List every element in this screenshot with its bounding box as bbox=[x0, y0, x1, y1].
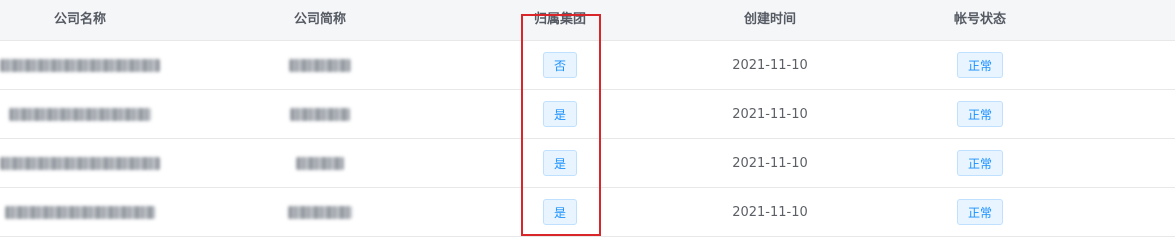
table-row[interactable]: 是 2021-11-10 正常 bbox=[0, 139, 1175, 188]
redacted-company-short bbox=[296, 156, 344, 170]
company-short-cell bbox=[240, 90, 400, 138]
group-tag: 是 bbox=[543, 199, 577, 225]
column-header-created[interactable]: 创建时间 bbox=[690, 0, 850, 40]
company-name-cell bbox=[0, 90, 160, 138]
created-cell: 2021-11-10 bbox=[690, 139, 850, 187]
created-cell: 2021-11-10 bbox=[690, 188, 850, 236]
redacted-company-short bbox=[288, 205, 352, 219]
status-cell: 正常 bbox=[900, 139, 1060, 187]
status-badge: 正常 bbox=[957, 199, 1003, 225]
table-header: 公司名称 公司简称 归属集团 创建时间 帐号状态 bbox=[0, 0, 1175, 41]
redacted-company-name bbox=[0, 58, 160, 72]
status-badge: 正常 bbox=[957, 52, 1003, 78]
company-name-cell bbox=[0, 188, 160, 236]
group-tag: 是 bbox=[543, 150, 577, 176]
status-cell: 正常 bbox=[900, 41, 1060, 89]
created-cell: 2021-11-10 bbox=[690, 41, 850, 89]
table-row[interactable]: 否 2021-11-10 正常 bbox=[0, 41, 1175, 90]
column-header-status[interactable]: 帐号状态 bbox=[900, 0, 1060, 40]
redacted-company-name bbox=[0, 156, 160, 170]
group-cell: 是 bbox=[500, 188, 620, 236]
created-date: 2021-11-10 bbox=[732, 106, 808, 122]
company-short-cell bbox=[240, 41, 400, 89]
column-header-company-name[interactable]: 公司名称 bbox=[0, 0, 160, 40]
redacted-company-name bbox=[5, 205, 155, 219]
created-date: 2021-11-10 bbox=[732, 57, 808, 73]
status-cell: 正常 bbox=[900, 90, 1060, 138]
created-date: 2021-11-10 bbox=[732, 204, 808, 220]
company-short-cell bbox=[240, 139, 400, 187]
company-name-cell bbox=[0, 139, 160, 187]
company-table: 公司名称 公司简称 归属集团 创建时间 帐号状态 否 2021-11-10 正常… bbox=[0, 0, 1175, 247]
group-cell: 否 bbox=[500, 41, 620, 89]
group-tag: 是 bbox=[543, 101, 577, 127]
table-row[interactable]: 是 2021-11-10 正常 bbox=[0, 188, 1175, 237]
table-row[interactable]: 是 2021-11-10 正常 bbox=[0, 90, 1175, 139]
company-name-cell bbox=[0, 41, 160, 89]
created-cell: 2021-11-10 bbox=[690, 90, 850, 138]
created-date: 2021-11-10 bbox=[732, 155, 808, 171]
column-header-group[interactable]: 归属集团 bbox=[500, 0, 620, 40]
group-cell: 是 bbox=[500, 90, 620, 138]
redacted-company-name bbox=[9, 107, 151, 121]
status-badge: 正常 bbox=[957, 101, 1003, 127]
status-cell: 正常 bbox=[900, 188, 1060, 236]
group-tag: 否 bbox=[543, 52, 577, 78]
status-badge: 正常 bbox=[957, 150, 1003, 176]
redacted-company-short bbox=[289, 58, 351, 72]
redacted-company-short bbox=[290, 107, 350, 121]
column-header-company-short[interactable]: 公司简称 bbox=[240, 0, 400, 40]
group-cell: 是 bbox=[500, 139, 620, 187]
company-short-cell bbox=[240, 188, 400, 236]
